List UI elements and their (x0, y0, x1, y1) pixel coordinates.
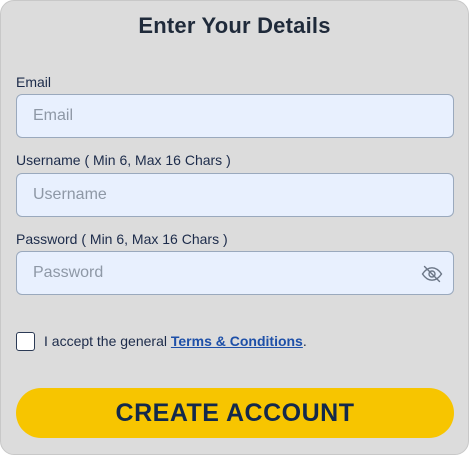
username-field[interactable] (17, 174, 453, 216)
password-visibility-toggle[interactable] (421, 263, 443, 285)
terms-text: I accept the general Terms & Conditions. (44, 333, 307, 349)
terms-link[interactable]: Terms & Conditions (171, 333, 303, 349)
terms-suffix: . (302, 333, 307, 349)
eye-slash-icon (421, 265, 443, 283)
email-field[interactable] (17, 95, 453, 137)
email-label: Email (16, 74, 52, 90)
username-label: Username ( Min 6, Max 16 Chars ) (16, 152, 231, 168)
form-title: Enter Your Details (138, 13, 331, 38)
password-field-container (16, 251, 454, 295)
signup-card: Enter Your Details Email Username ( Min … (0, 0, 469, 455)
password-field[interactable] (17, 252, 453, 294)
terms-checkbox[interactable] (16, 332, 35, 351)
terms-prefix: I accept the general (44, 333, 171, 349)
password-label: Password ( Min 6, Max 16 Chars ) (16, 231, 228, 247)
create-account-button[interactable]: CREATE ACCOUNT (16, 388, 454, 438)
email-field-container (16, 94, 454, 138)
username-field-container (16, 173, 454, 217)
